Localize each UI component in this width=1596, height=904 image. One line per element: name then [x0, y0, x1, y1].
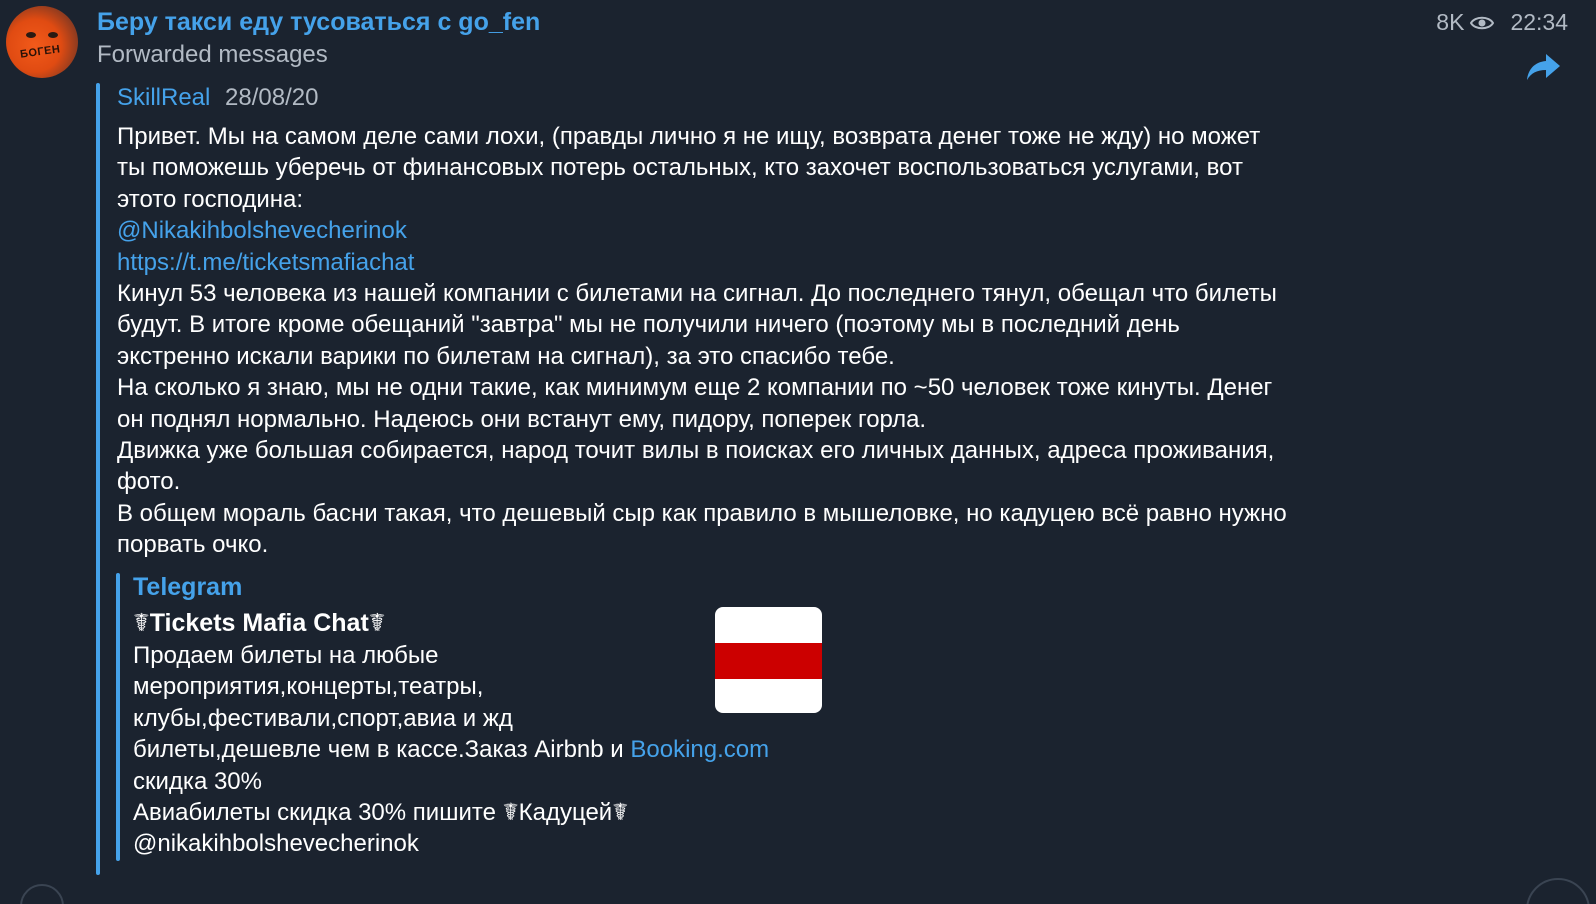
- preview-line-text: билеты,дешевле чем в кассе.Заказ Airbnb …: [133, 736, 631, 764]
- link-preview-bar: [116, 573, 120, 861]
- preview-line-text: Продаем билеты на любые: [133, 642, 439, 669]
- preview-line-text: @nikakihbolshevecherinok: [133, 830, 419, 858]
- preview-line: билеты,дешевле чем в кассе.Заказ Airbnb …: [133, 734, 769, 765]
- preview-line: @nikakihbolshevecherinok: [133, 828, 769, 859]
- preview-line: Авиабилеты скидка 30% пишите ☤Кадуцей☤: [133, 797, 769, 828]
- forward-sender[interactable]: SkillReal: [117, 84, 210, 111]
- message-line: Кинул 53 человека из нашей компании с би…: [117, 280, 1277, 308]
- next-message-avatar: [20, 884, 64, 904]
- message-line: экстренно искали варики по билетам на си…: [117, 342, 895, 370]
- preview-line: скидка 30%: [133, 766, 769, 797]
- message-line: будут. В итоге кроме обещаний "завтра" м…: [117, 311, 1180, 339]
- preview-line-text: клубы,фестивали,спорт,авиа и жд: [133, 704, 513, 732]
- channel-avatar[interactable]: БОГЕН: [6, 6, 78, 78]
- views-count: 8K: [1436, 9, 1465, 35]
- channel-title[interactable]: Беру такси еду тусоваться с go_fen: [97, 8, 540, 37]
- message-line: На сколько я знаю, мы не одни такие, как…: [117, 374, 1273, 402]
- scroll-down-button[interactable]: [1526, 878, 1590, 904]
- avatar-eye-left: [26, 32, 36, 38]
- preview-line: клубы,фестивали,спорт,авиа и жд: [133, 703, 769, 734]
- message-line: этото господина:: [117, 185, 304, 213]
- flag-red-stripe: [715, 643, 822, 679]
- message-link[interactable]: @Nikakihbolshevecherinok: [117, 215, 1437, 246]
- link-preview-description: Продаем билеты на любые мероприятия,конце…: [133, 640, 769, 860]
- message-line: ты поможешь уберечь от финансовых потерь…: [117, 154, 1243, 182]
- message-line: Привет. Мы на самом деле сами лохи, (пра…: [117, 123, 1261, 150]
- preview-line-text: скидка 30%: [133, 767, 262, 795]
- message-line: Движка уже большая собирается, народ точ…: [117, 437, 1275, 465]
- message-line: фото.: [117, 468, 181, 496]
- preview-line: Продаем билеты на любые: [133, 640, 769, 671]
- message-link[interactable]: https://t.me/ticketsmafiachat: [117, 247, 1437, 278]
- message-body: Привет. Мы на самом деле сами лохи, (пра…: [117, 121, 1437, 561]
- message-time: 22:34: [1510, 9, 1568, 35]
- preview-line: мероприятия,концерты,театры,: [133, 671, 769, 702]
- preview-link[interactable]: Booking.com: [630, 736, 769, 763]
- message-meta: 8K 22:34: [1436, 9, 1568, 36]
- avatar-eye-right: [48, 32, 58, 38]
- forward-date: 28/08/20: [225, 84, 319, 111]
- message-line: В общем мораль басни такая, что дешевый …: [117, 499, 1287, 527]
- share-arrow-icon[interactable]: [1526, 52, 1562, 82]
- forward-quote-bar: [96, 83, 100, 875]
- forwarded-messages-label: Forwarded messages: [97, 41, 328, 68]
- link-preview-image[interactable]: [715, 607, 822, 713]
- message-line: порвать очко.: [117, 531, 269, 559]
- link-preview-title[interactable]: ☤Tickets Mafia Chat☤: [133, 608, 386, 638]
- link-preview-site[interactable]: Telegram: [133, 573, 242, 602]
- message-line: он поднял нормально. Надеюсь они встанут…: [117, 405, 927, 433]
- eye-icon: [1470, 16, 1495, 29]
- forward-header: SkillReal 28/08/20: [117, 84, 318, 112]
- preview-line-text: Авиабилеты скидка 30% пишите ☤Кадуцей☤: [133, 799, 629, 827]
- avatar-text: БОГЕН: [19, 43, 62, 61]
- preview-line-text: мероприятия,концерты,театры,: [133, 673, 484, 701]
